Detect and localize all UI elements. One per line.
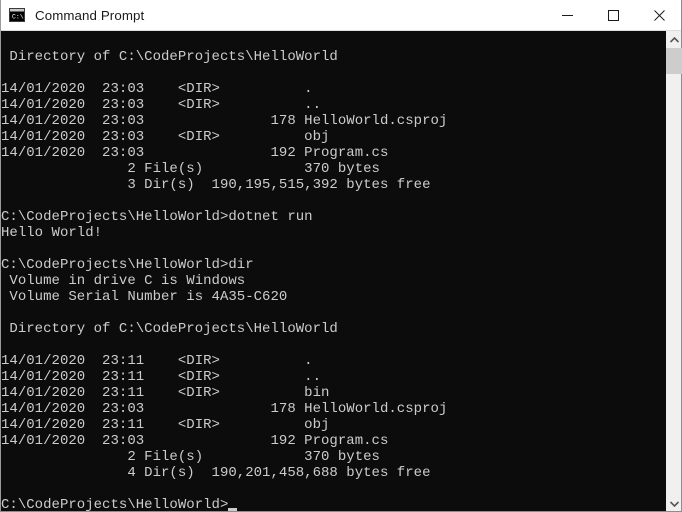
chevron-down-icon	[669, 500, 679, 507]
scroll-up-button[interactable]	[666, 31, 682, 48]
console-icon: C:\	[9, 7, 25, 23]
minimize-icon	[561, 14, 573, 16]
maximize-icon	[607, 9, 619, 21]
window-controls	[544, 0, 682, 30]
terminal-line: 14/01/2020 23:03 178 HelloWorld.csproj	[1, 113, 448, 129]
maximize-button[interactable]	[590, 0, 636, 30]
close-icon	[653, 9, 665, 21]
terminal-line: 4 Dir(s) 190,201,458,688 bytes free	[1, 465, 431, 481]
command-prompt-window: C:\ Command Prompt Directory of C:\CodeP…	[0, 0, 682, 512]
terminal-line: 14/01/2020 23:03 <DIR> obj	[1, 129, 330, 145]
terminal-output-area[interactable]: Directory of C:\CodeProjects\HelloWorld …	[0, 31, 665, 512]
terminal-line: 14/01/2020 23:03 <DIR> ..	[1, 97, 322, 113]
terminal-line: C:\CodeProjects\HelloWorld>dir	[1, 257, 254, 273]
terminal-line: 14/01/2020 23:11 <DIR> obj	[1, 417, 330, 433]
command-prompt-line[interactable]: C:\CodeProjects\HelloWorld>	[1, 497, 447, 512]
prompt-path: C:\CodeProjects\HelloWorld>	[1, 497, 229, 512]
minimize-button[interactable]	[544, 0, 590, 30]
scrollbar-track[interactable]	[666, 48, 682, 495]
terminal-line: C:\CodeProjects\HelloWorld>dotnet run	[1, 209, 313, 225]
terminal-line: 14/01/2020 23:11 <DIR> bin	[1, 385, 330, 401]
text-cursor	[228, 497, 238, 511]
terminal-line: 14/01/2020 23:11 <DIR> .	[1, 353, 313, 369]
scroll-down-button[interactable]	[666, 495, 682, 512]
vertical-scrollbar[interactable]	[665, 31, 682, 512]
terminal-line: Volume Serial Number is 4A35-C620	[1, 289, 288, 305]
window-border-left	[0, 0, 1, 512]
terminal-line: Hello World!	[1, 225, 103, 241]
svg-text:C:\: C:\	[12, 14, 24, 21]
terminal-line: Directory of C:\CodeProjects\HelloWorld	[1, 49, 338, 65]
scrollbar-thumb[interactable]	[666, 48, 682, 74]
terminal-line: 2 File(s) 370 bytes	[1, 161, 380, 177]
terminal-line: Directory of C:\CodeProjects\HelloWorld	[1, 321, 338, 337]
terminal-line: 14/01/2020 23:03 192 Program.cs	[1, 433, 389, 449]
close-button[interactable]	[636, 0, 682, 30]
terminal-line: 14/01/2020 23:03 <DIR> .	[1, 81, 313, 97]
terminal-line: Volume in drive C is Windows	[1, 273, 246, 289]
terminal-line: 14/01/2020 23:03 192 Program.cs	[1, 145, 389, 161]
terminal-text: Directory of C:\CodeProjects\HelloWorld …	[1, 33, 447, 512]
terminal-line: 3 Dir(s) 190,195,515,392 bytes free	[1, 177, 431, 193]
terminal-line: 14/01/2020 23:11 <DIR> ..	[1, 369, 322, 385]
chevron-up-icon	[669, 36, 679, 43]
titlebar[interactable]: C:\ Command Prompt	[0, 0, 682, 31]
terminal-line: 14/01/2020 23:03 178 HelloWorld.csproj	[1, 401, 448, 417]
terminal-line: 2 File(s) 370 bytes	[1, 449, 380, 465]
